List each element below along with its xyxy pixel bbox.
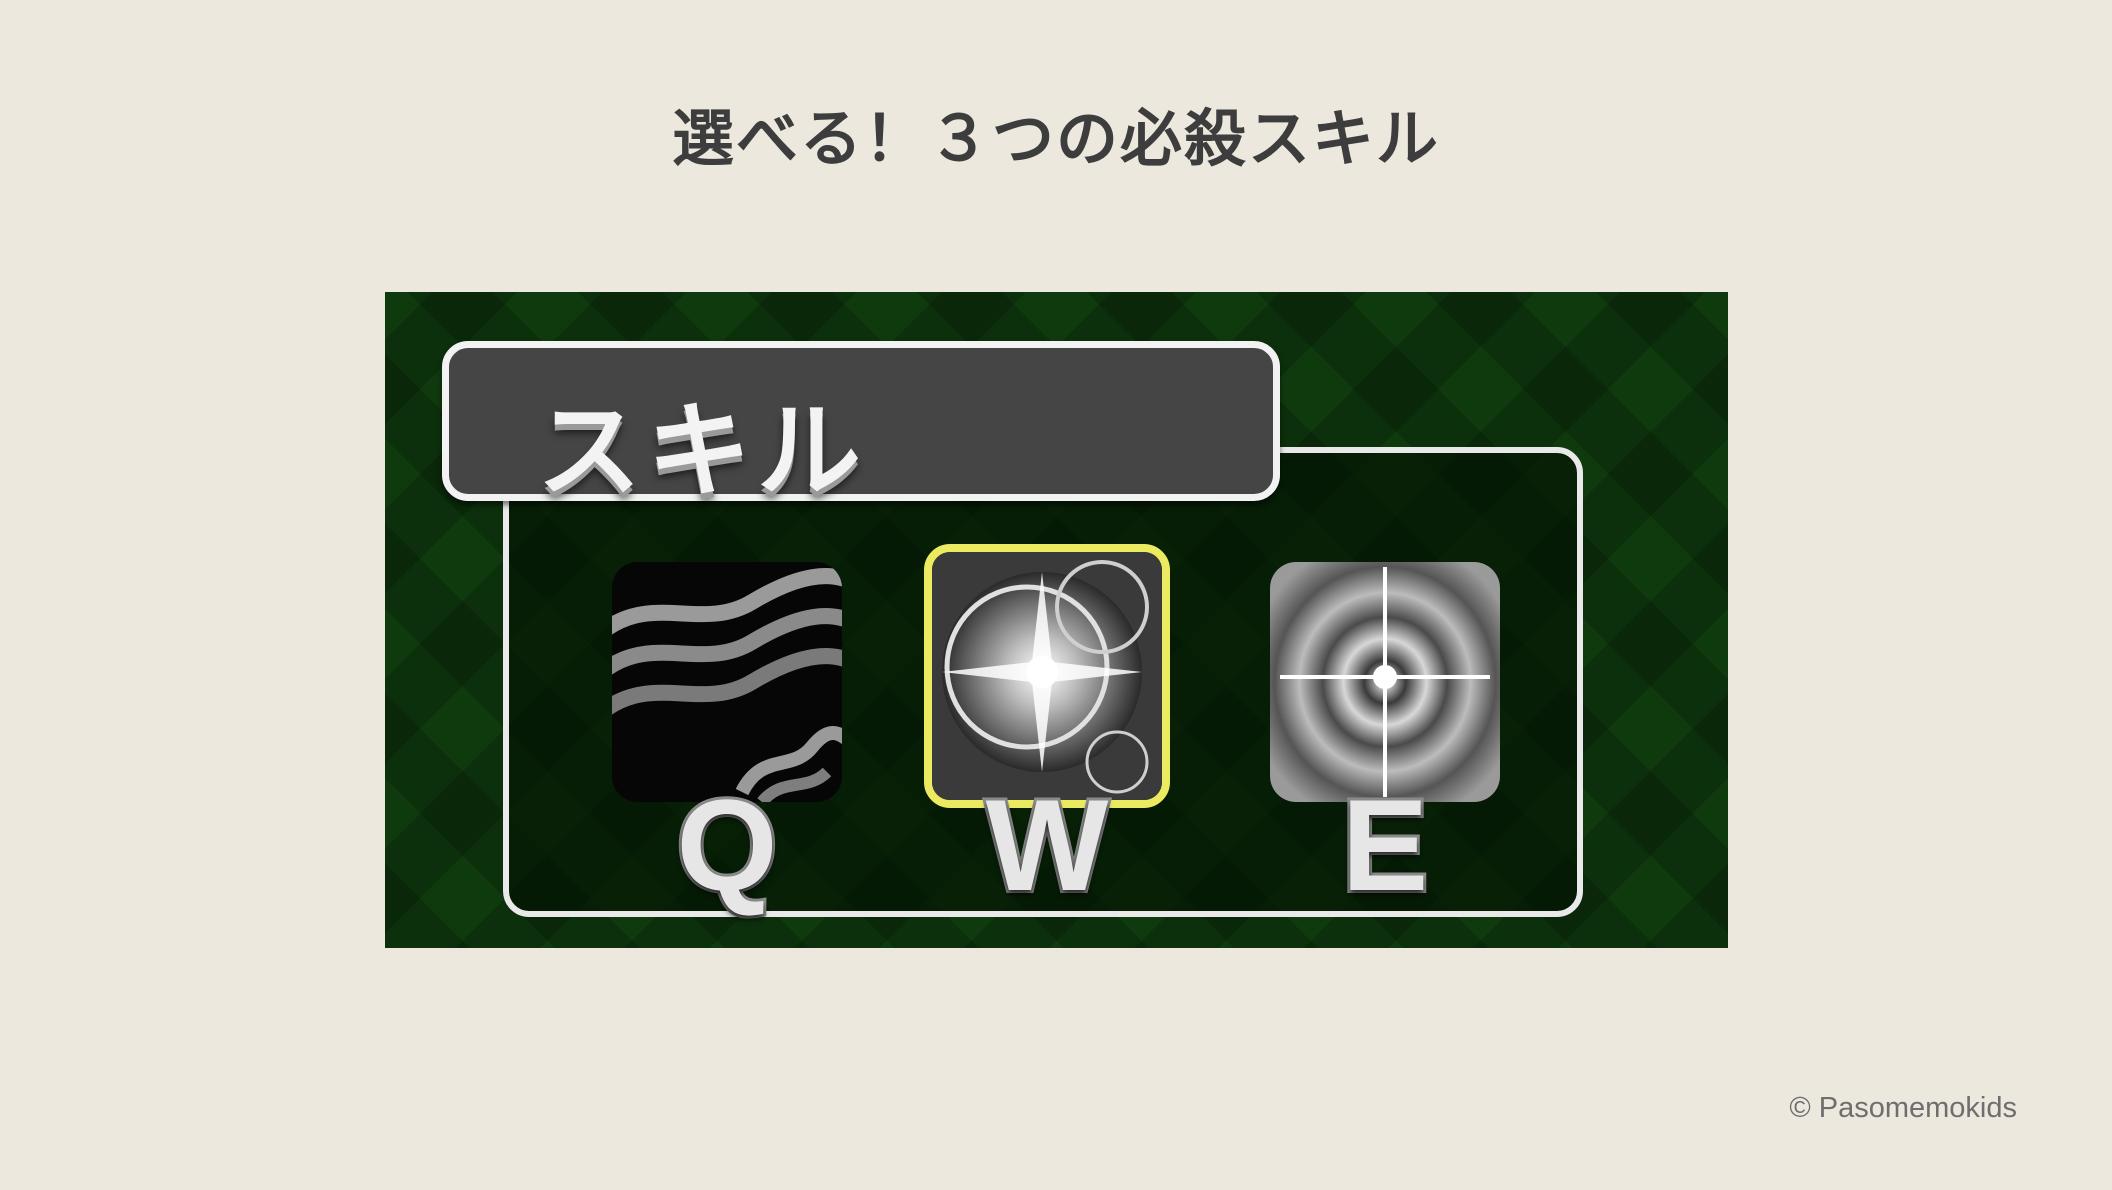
game-screenshot: スキル Q W E <box>385 292 1728 948</box>
skill-slot-w[interactable]: W <box>922 544 1172 932</box>
skill-header: スキル <box>442 341 1280 512</box>
skill-slot-e[interactable]: E <box>1260 562 1510 932</box>
skill-header-label: スキル <box>537 390 868 512</box>
copyright-notice: © Pasomemokids <box>1789 1092 2017 1124</box>
skill-key-w: W <box>983 769 1112 921</box>
skill-slot-q[interactable]: Q <box>602 562 852 932</box>
page-title: 選べる！３つの必殺スキル <box>671 102 1440 175</box>
wave-stripes-icon[interactable] <box>612 562 842 802</box>
target-star-icon[interactable] <box>1270 562 1500 802</box>
skill-key-e: E <box>1339 769 1432 921</box>
light-burst-icon[interactable] <box>924 544 1170 808</box>
skill-key-q: Q <box>673 769 780 921</box>
